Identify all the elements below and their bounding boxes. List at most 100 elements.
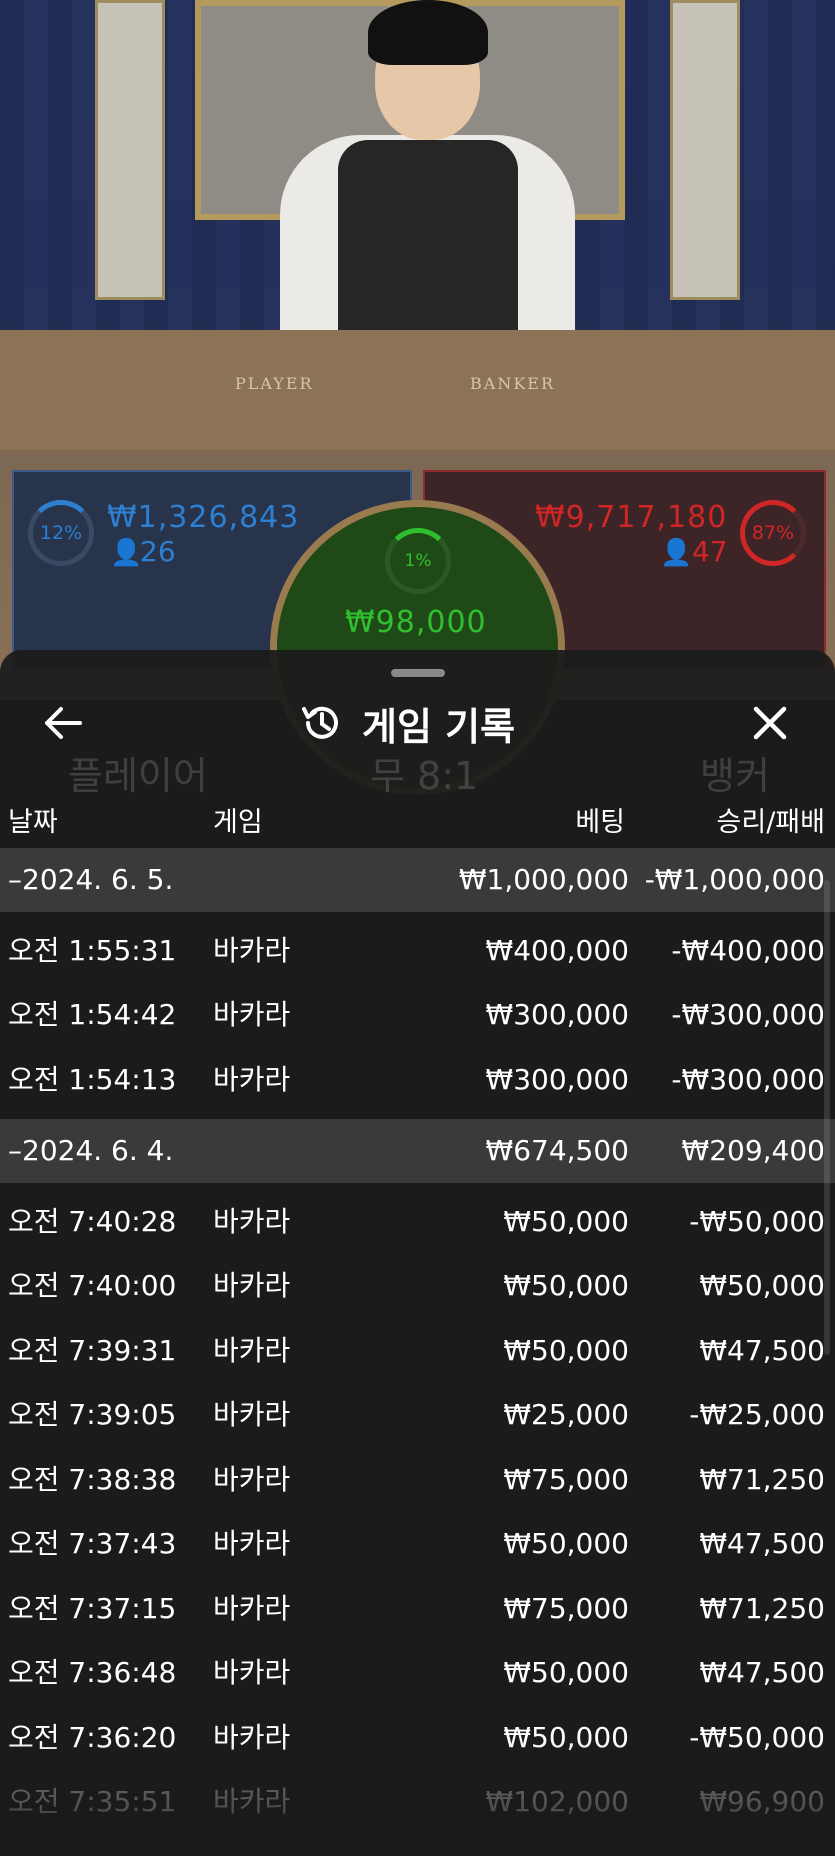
row-result: ₩47,500 xyxy=(699,1334,825,1367)
back-button[interactable] xyxy=(38,698,88,748)
close-icon xyxy=(753,706,787,740)
player-count-icon: 👤 xyxy=(110,538,143,568)
row-time: 오전 1:55:31 xyxy=(8,934,177,967)
player-count: 26 xyxy=(140,535,176,568)
row-time: 오전 7:40:28 xyxy=(8,1205,177,1238)
row-game: 바카라 xyxy=(213,1656,291,1689)
row-time: 오전 7:36:20 xyxy=(8,1721,177,1754)
column-header-bet: 베팅 xyxy=(575,807,625,838)
row-result: -₩300,000 xyxy=(671,1063,825,1096)
row-game: 바카라 xyxy=(213,934,291,967)
close-button[interactable] xyxy=(745,698,795,748)
pillar-right xyxy=(670,0,740,300)
history-row[interactable]: 오전 7:39:05 바카라 ₩25,000 -₩25,000 xyxy=(0,1383,835,1447)
history-scrollbar[interactable] xyxy=(824,880,830,1355)
history-row[interactable]: 오전 7:37:15 바카라 ₩75,000 ₩71,250 xyxy=(0,1577,835,1641)
history-icon xyxy=(302,706,338,739)
history-row[interactable]: 오전 7:37:43 바카라 ₩50,000 ₩47,500 xyxy=(0,1512,835,1576)
row-result: -₩50,000 xyxy=(689,1721,825,1754)
row-time: 오전 7:40:00 xyxy=(8,1269,177,1302)
row-time: 오전 7:38:38 xyxy=(8,1463,177,1496)
row-bet: ₩25,000 xyxy=(503,1398,629,1431)
row-game: 바카라 xyxy=(213,1592,291,1625)
group-bet-total: ₩1,000,000 xyxy=(458,863,629,896)
arrow-left-icon xyxy=(45,707,82,739)
group-result-total: ₩209,400 xyxy=(681,1134,825,1167)
row-result: -₩400,000 xyxy=(671,934,825,967)
row-bet: ₩50,000 xyxy=(503,1527,629,1560)
row-bet: ₩300,000 xyxy=(485,1063,629,1096)
sheet-title-wrap: 게임 기록 xyxy=(300,695,515,751)
row-game: 바카라 xyxy=(213,998,291,1031)
group-date: –2024. 6. 5. xyxy=(8,863,174,896)
ghost-tie-label: 무 8:1 xyxy=(370,754,479,798)
row-bet: ₩50,000 xyxy=(503,1205,629,1238)
row-bet: ₩50,000 xyxy=(503,1721,629,1754)
row-result: ₩71,250 xyxy=(699,1463,825,1496)
table-label-player: PLAYER xyxy=(235,374,314,393)
column-header-game: 게임 xyxy=(213,807,263,838)
dealer-vest xyxy=(338,140,518,340)
banker-count: 47 xyxy=(692,535,728,568)
group-date: –2024. 6. 4. xyxy=(8,1134,174,1167)
row-time: 오전 1:54:42 xyxy=(8,998,177,1031)
banker-percent-ring: 87% xyxy=(740,500,806,566)
row-result: -₩300,000 xyxy=(671,998,825,1031)
history-row[interactable]: 오전 7:38:38 바카라 ₩75,000 ₩71,250 xyxy=(0,1448,835,1512)
history-row[interactable]: 오전 7:40:28 바카라 ₩50,000 -₩50,000 xyxy=(0,1190,835,1254)
row-bet: ₩102,000 xyxy=(485,1785,629,1818)
history-row[interactable]: 오전 7:35:51 바카라 ₩102,000 ₩96,900 xyxy=(0,1770,835,1834)
pillar-left xyxy=(95,0,165,300)
date-group-row[interactable]: –2024. 6. 5. ₩1,000,000 -₩1,000,000 xyxy=(0,848,835,912)
player-bet-amount: ₩1,326,843 xyxy=(107,500,300,535)
row-time: 오전 7:36:48 xyxy=(8,1656,177,1689)
tie-percent-ring: 1% xyxy=(385,528,451,594)
row-time: 오전 7:37:15 xyxy=(8,1592,177,1625)
row-game: 바카라 xyxy=(213,1721,291,1754)
group-bet-total: ₩674,500 xyxy=(485,1134,629,1167)
group-result-total: -₩1,000,000 xyxy=(644,863,825,896)
row-bet: ₩50,000 xyxy=(503,1656,629,1689)
row-game: 바카라 xyxy=(213,1463,291,1496)
row-game: 바카라 xyxy=(213,1269,291,1302)
row-game: 바카라 xyxy=(213,1785,291,1818)
history-row[interactable]: 오전 1:54:13 바카라 ₩300,000 -₩300,000 xyxy=(0,1048,835,1112)
row-game: 바카라 xyxy=(213,1063,291,1096)
row-result: -₩25,000 xyxy=(689,1398,825,1431)
history-row[interactable]: 오전 7:36:48 바카라 ₩50,000 ₩47,500 xyxy=(0,1641,835,1705)
history-row[interactable]: 오전 7:39:31 바카라 ₩50,000 ₩47,500 xyxy=(0,1319,835,1383)
sheet-title: 게임 기록 xyxy=(362,704,516,749)
history-row[interactable]: 오전 1:55:31 바카라 ₩400,000 -₩400,000 xyxy=(0,919,835,983)
row-time: 오전 7:37:43 xyxy=(8,1527,177,1560)
row-result: ₩96,900 xyxy=(699,1785,825,1818)
row-result: -₩50,000 xyxy=(689,1205,825,1238)
sheet-drag-handle[interactable] xyxy=(391,669,445,677)
dealer-hair xyxy=(368,0,488,65)
row-result: ₩50,000 xyxy=(699,1269,825,1302)
column-header-result: 승리/패배 xyxy=(716,807,825,838)
date-group-row[interactable]: –2024. 6. 4. ₩674,500 ₩209,400 xyxy=(0,1119,835,1183)
history-row[interactable]: 오전 7:36:20 바카라 ₩50,000 -₩50,000 xyxy=(0,1706,835,1770)
row-time: 오전 7:35:51 xyxy=(8,1785,177,1818)
player-percent-ring: 12% xyxy=(28,500,94,566)
row-time: 오전 1:54:13 xyxy=(8,1063,177,1096)
history-row[interactable]: 오전 1:54:42 바카라 ₩300,000 -₩300,000 xyxy=(0,983,835,1047)
banker-bet-amount: ₩9,717,180 xyxy=(535,500,728,535)
row-time: 오전 7:39:31 xyxy=(8,1334,177,1367)
column-header-date: 날짜 xyxy=(8,807,58,838)
row-bet: ₩50,000 xyxy=(503,1269,629,1302)
row-bet: ₩75,000 xyxy=(503,1592,629,1625)
row-game: 바카라 xyxy=(213,1205,291,1238)
row-bet: ₩75,000 xyxy=(503,1463,629,1496)
ghost-banker-label: 뱅커 xyxy=(700,754,770,798)
table-label-banker: BANKER xyxy=(470,374,555,393)
tie-bet-amount: ₩98,000 xyxy=(345,605,487,640)
row-time: 오전 7:39:05 xyxy=(8,1398,177,1431)
history-row[interactable]: 오전 7:40:00 바카라 ₩50,000 ₩50,000 xyxy=(0,1254,835,1318)
baccarat-table xyxy=(0,330,835,450)
row-game: 바카라 xyxy=(213,1334,291,1367)
row-result: ₩71,250 xyxy=(699,1592,825,1625)
row-game: 바카라 xyxy=(213,1398,291,1431)
ghost-player-label: 플레이어 xyxy=(68,754,208,798)
row-bet: ₩300,000 xyxy=(485,998,629,1031)
